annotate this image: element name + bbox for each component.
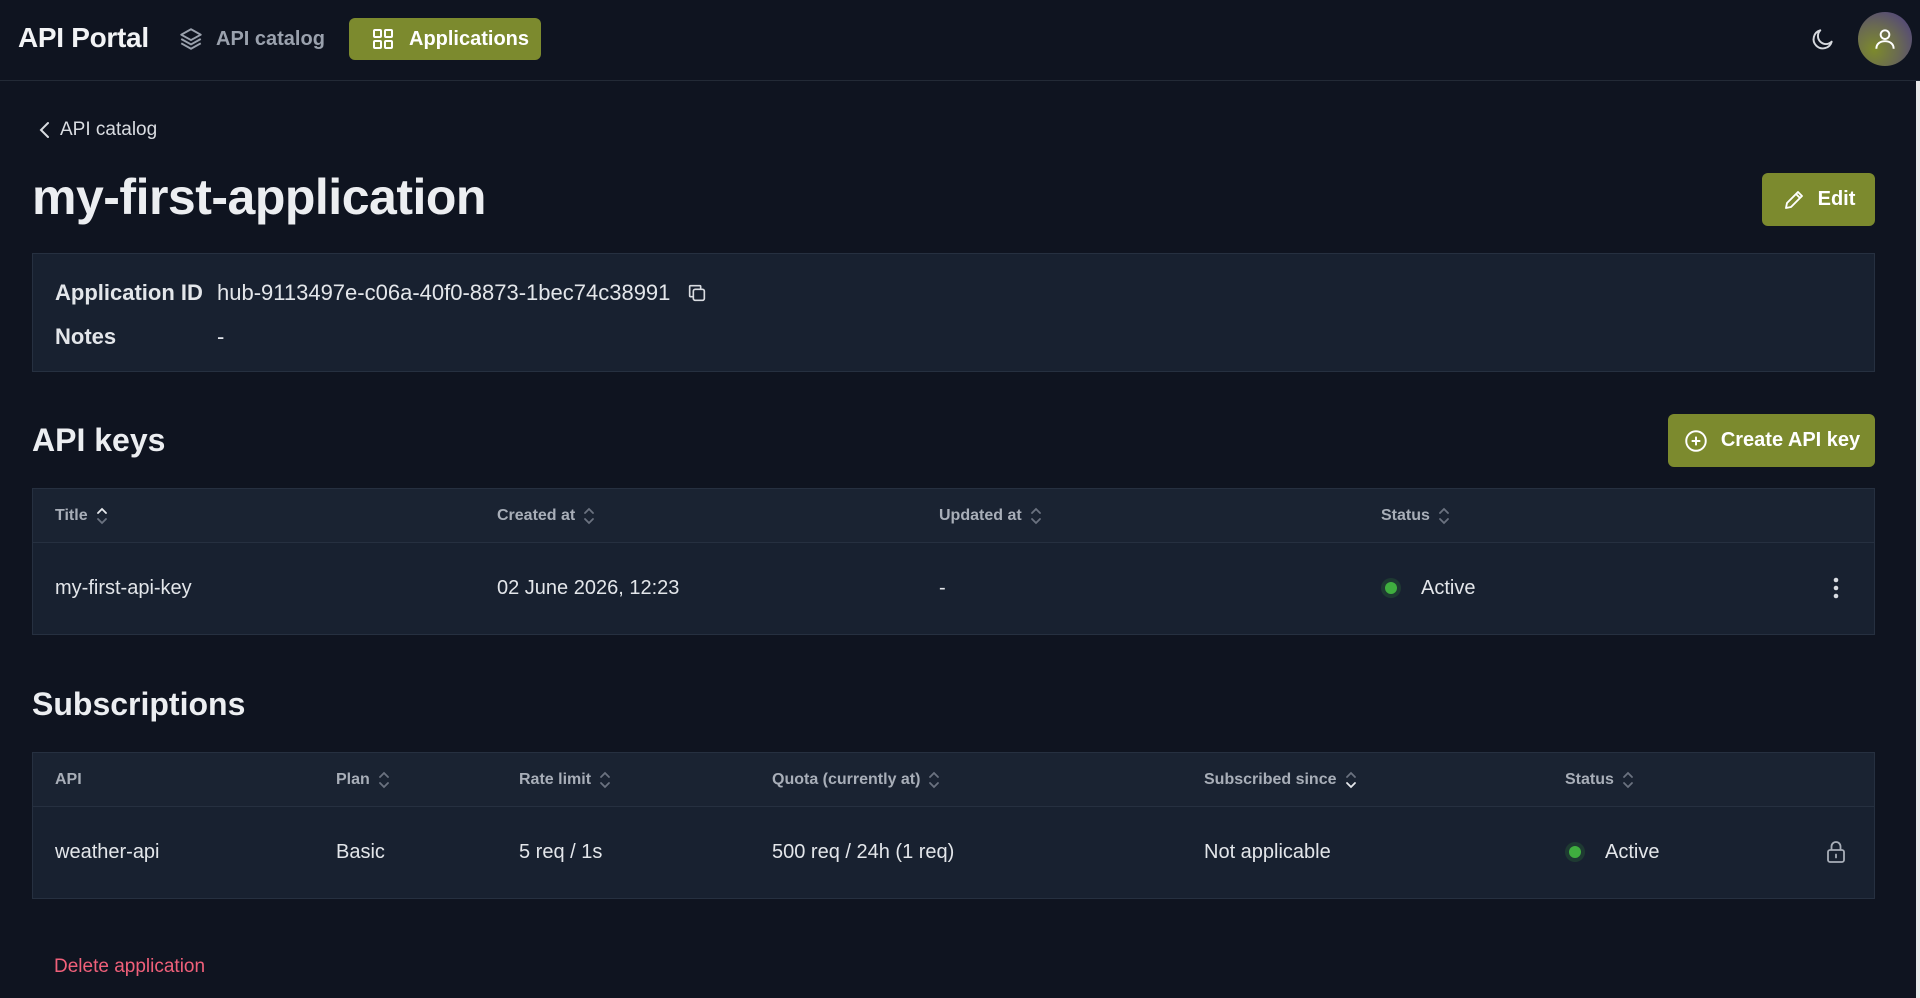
subscriptions-table: API Plan Rate limit Quota (currently at) [32,752,1875,899]
subscriptions-title: Subscriptions [32,686,246,722]
column-header-subscribed-since[interactable]: Subscribed since [1204,753,1357,807]
brand-title[interactable]: API Portal [18,22,149,54]
user-icon [1872,26,1898,52]
edit-button[interactable]: Edit [1762,173,1875,226]
column-header-status-label: Status [1381,507,1430,524]
moon-icon [1810,26,1836,52]
delete-application-link[interactable]: Delete application [54,956,205,978]
column-header-rate-limit-label: Rate limit [519,771,592,788]
application-id-label: Application ID [55,280,203,305]
column-header-subscription-status[interactable]: Status [1565,753,1634,807]
row-actions-button[interactable] [1833,543,1839,633]
subscription-api: weather-api [55,840,160,863]
nav-api-catalog-label: API catalog [216,27,325,50]
status-dot-icon [1569,846,1581,858]
status-badge: Active [1569,807,1659,897]
api-key-updated-at: - [939,576,946,599]
application-info-panel: Application ID hub-9113497e-c06a-40f0-88… [32,253,1875,372]
avatar[interactable] [1858,12,1912,66]
column-header-quota[interactable]: Quota (currently at) [772,753,940,807]
sort-ascending-icon [96,506,108,526]
column-header-created-at[interactable]: Created at [497,489,595,543]
sort-icon [1030,506,1042,526]
column-header-subscription-status-label: Status [1565,771,1614,788]
sort-descending-icon [1345,770,1357,790]
column-header-plan[interactable]: Plan [336,753,390,807]
page-title: my-first-application [32,169,486,225]
column-header-created-at-label: Created at [497,507,576,524]
application-id-row: Application ID hub-9113497e-c06a-40f0-88… [55,280,708,306]
status-dot-icon [1385,582,1397,594]
nav-applications[interactable]: Applications [349,18,541,60]
api-keys-table: Title Created at Updated at Status my-fi… [32,488,1875,635]
api-key-title: my-first-api-key [55,576,192,599]
subscription-since: Not applicable [1204,840,1331,863]
column-header-rate-limit[interactable]: Rate limit [519,753,611,807]
edit-button-label: Edit [1817,188,1856,210]
copy-icon[interactable] [686,282,708,304]
back-link-label: API catalog [60,119,158,140]
column-header-status[interactable]: Status [1381,489,1450,543]
column-header-updated-at[interactable]: Updated at [939,489,1042,543]
sort-icon [378,770,390,790]
sort-icon [928,770,940,790]
table-row[interactable]: weather-api Basic 5 req / 1s 500 req / 2… [33,807,1874,897]
status-label: Active [1421,576,1476,599]
sort-icon [599,770,611,790]
lock-button[interactable] [1825,807,1847,897]
column-header-title[interactable]: Title [55,489,108,543]
column-header-api[interactable]: API [55,753,82,807]
subscriptions-table-header: API Plan Rate limit Quota (currently at) [33,753,1874,807]
column-header-subscribed-since-label: Subscribed since [1204,771,1337,788]
kebab-menu-icon [1833,577,1839,599]
subscription-rate-limit: 5 req / 1s [519,840,603,863]
theme-toggle-button[interactable] [1808,24,1838,54]
plus-circle-icon [1683,428,1709,454]
status-badge: Active [1385,543,1475,633]
api-keys-title: API keys [32,422,166,458]
top-navigation-bar: API Portal API catalog Applications [0,0,1920,81]
grid-icon [371,27,395,51]
api-keys-table-header: Title Created at Updated at Status [33,489,1874,543]
pencil-icon [1782,188,1806,212]
status-label: Active [1605,840,1660,863]
subscription-quota: 500 req / 24h (1 req) [772,840,955,863]
notes-row: Notes - [55,324,224,350]
column-header-plan-label: Plan [336,771,370,788]
create-api-key-label: Create API key [1720,429,1861,451]
sort-icon [1622,770,1634,790]
column-header-api-label: API [55,771,82,788]
column-header-updated-at-label: Updated at [939,507,1022,524]
notes-value: - [217,324,225,349]
back-to-api-catalog-link[interactable]: API catalog [38,116,157,144]
application-id-value: hub-9113497e-c06a-40f0-8873-1bec74c38991 [217,280,671,305]
chevron-left-icon [38,121,52,139]
lock-icon [1825,840,1847,864]
column-header-title-label: Title [55,507,88,524]
nav-applications-label: Applications [409,27,530,50]
scrollbar[interactable] [1916,81,1920,998]
sort-icon [583,506,595,526]
table-row[interactable]: my-first-api-key 02 June 2026, 12:23 - A… [33,543,1874,633]
sort-icon [1438,506,1450,526]
notes-label: Notes [55,324,117,349]
layers-icon [178,26,204,52]
api-key-created-at: 02 June 2026, 12:23 [497,576,680,599]
nav-api-catalog[interactable]: API catalog [178,18,325,60]
subscription-plan: Basic [336,840,385,863]
column-header-quota-label: Quota (currently at) [772,771,921,788]
create-api-key-button[interactable]: Create API key [1668,414,1875,467]
